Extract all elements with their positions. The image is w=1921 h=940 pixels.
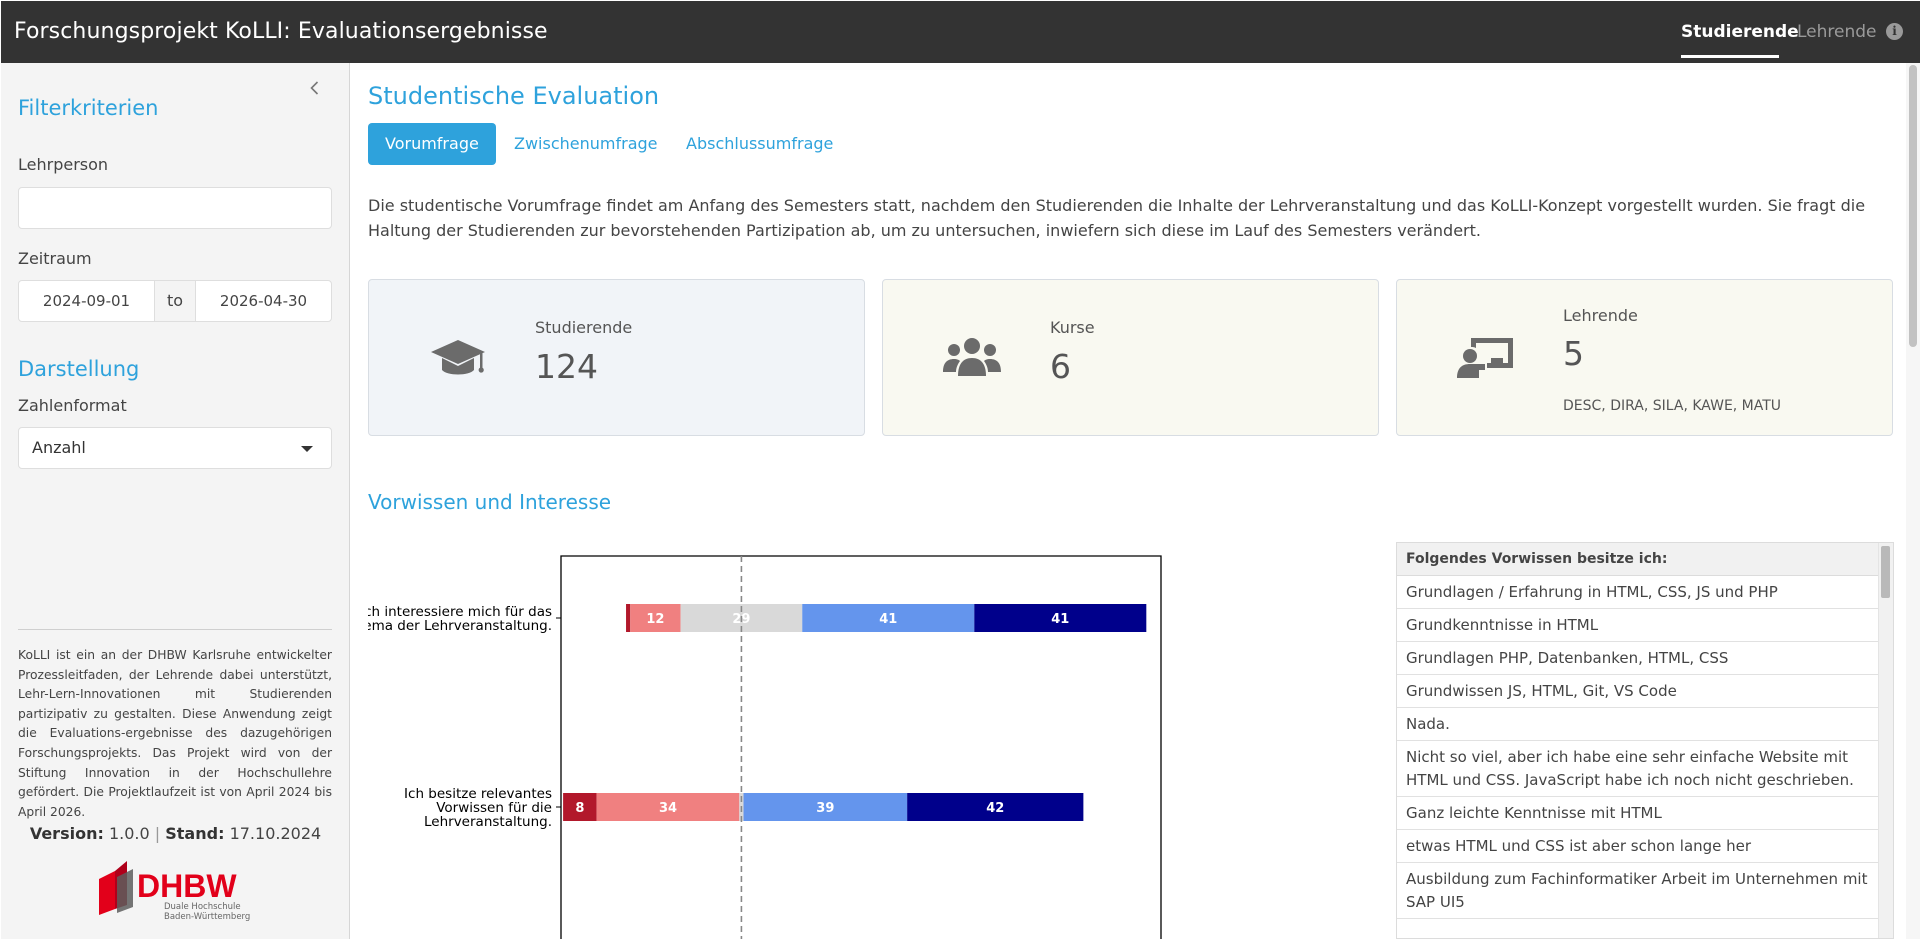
card-subtext: DESC, DIRA, SILA, KAWE, MATU (1563, 398, 1782, 414)
table-row: Grundlagen PHP, Datenbanken, HTML, CSS (1397, 642, 1878, 675)
tab-vorumfrage[interactable]: Vorumfrage (368, 123, 496, 165)
zahlenformat-value: Anzahl (32, 438, 86, 457)
date-to-input[interactable]: 2026-04-30 (195, 280, 332, 322)
dhbw-logo-mark: DHBW Duale Hochschule Baden-Württemberg (99, 861, 250, 922)
table-row: Ganz leichte Kenntnisse mit HTML (1397, 797, 1878, 830)
about-text: KoLLI ist ein an der DHBW Karlsruhe entw… (18, 648, 332, 819)
table-scrollbar-thumb[interactable] (1881, 546, 1890, 598)
chart-data-label: 34 (659, 801, 677, 816)
table-row: Grundlagen / Erfahrung in HTML, CSS, JS … (1397, 576, 1878, 609)
card-label: Studierende (535, 318, 633, 337)
card-value: 6 (1050, 347, 1071, 386)
date-range-separator: to (155, 280, 195, 322)
version-value: 1.0.0 (108, 824, 150, 843)
page-title: Studentische Evaluation (368, 82, 660, 110)
main-content: Studentische Evaluation Vorumfrage Zwisc… (350, 63, 1920, 939)
chevron-left-icon[interactable] (307, 80, 323, 96)
table-row: Nicht so viel, aber ich habe eine sehr e… (1397, 741, 1878, 797)
version-label: Version: (29, 824, 104, 843)
lehrperson-input[interactable] (18, 187, 332, 229)
card-kurse: Kurse 6 (882, 279, 1379, 436)
stand-label: Stand: (165, 824, 225, 843)
sidebar-divider (18, 629, 332, 630)
table-row: Grundwissen JS, HTML, Git, VS Code (1397, 675, 1878, 708)
date-from-input[interactable]: 2024-09-01 (18, 280, 155, 322)
info-circle-icon[interactable]: i (1886, 23, 1903, 40)
likert-chart: 12294141Ich interessiere mich für dasThe… (368, 555, 1162, 939)
tab-abschlussumfrage[interactable]: Abschlussumfrage (669, 123, 850, 165)
lehrperson-label: Lehrperson (18, 155, 109, 174)
sidebar: Filterkriterien Lehrperson Zeitraum 2024… (1, 63, 350, 939)
card-label: Lehrende (1563, 306, 1638, 325)
version-separator: | (154, 824, 161, 843)
page-scrollbar-thumb[interactable] (1909, 65, 1917, 347)
dhbw-logo: DHBW Duale Hochschule Baden-Württemberg (97, 857, 257, 927)
card-studierende: Studierende 124 (368, 279, 865, 436)
logo-line2: Baden-Württemberg (164, 912, 250, 922)
chart-data-label: 12 (646, 612, 664, 627)
filter-heading: Filterkriterien (18, 96, 159, 120)
chart-data-label: 41 (1051, 612, 1069, 627)
chart-data-label: 42 (986, 801, 1004, 816)
nav-studierende[interactable]: Studierende (1681, 22, 1799, 42)
zahlenformat-select[interactable]: Anzahl (18, 427, 332, 469)
zeitraum-label: Zeitraum (18, 249, 92, 268)
card-value: 124 (535, 347, 598, 386)
zahlenformat-label: Zahlenformat (18, 396, 127, 415)
tab-zwischenumfrage[interactable]: Zwischenumfrage (497, 123, 675, 165)
card-value: 5 (1563, 334, 1584, 373)
table-row: Grundkenntnisse in HTML (1397, 609, 1878, 642)
version-info: Version: 1.0.0 | Stand: 17.10.2024 (1, 824, 350, 843)
table-row: Ausbildung zum Fachinformatiker Arbeit i… (1397, 863, 1878, 919)
chart-category-label: Thema der Lehrveranstaltung. (368, 618, 552, 634)
intro-text: Die studentische Vorumfrage findet am An… (368, 196, 1866, 240)
display-heading: Darstellung (18, 357, 140, 381)
stand-value: 17.10.2024 (229, 824, 322, 843)
app-title: Forschungsprojekt KoLLI: Evaluationserge… (14, 19, 548, 44)
logo-wordmark: DHBW (137, 868, 237, 904)
caret-down-icon (301, 446, 313, 452)
table-row: Nada. (1397, 708, 1878, 741)
answers-table[interactable]: Folgendes Vorwissen besitze ich: Grundla… (1396, 542, 1894, 939)
chart-data-label: 41 (879, 612, 897, 627)
nav-active-indicator (1681, 55, 1779, 58)
table-scrollbar[interactable] (1878, 543, 1893, 938)
chalkboard-teacher-icon (1457, 338, 1513, 378)
section-title: Vorwissen und Interesse (368, 490, 612, 514)
chart-data-label: 39 (816, 801, 834, 816)
graduation-cap-icon (431, 340, 485, 375)
logo-line1: Duale Hochschule (164, 902, 241, 912)
card-lehrende: Lehrende 5 DESC, DIRA, SILA, KAWE, MATU (1396, 279, 1893, 436)
table-row: etwas HTML und CSS ist aber schon lange … (1397, 830, 1878, 863)
chart-bar (626, 604, 631, 632)
table-header: Folgendes Vorwissen besitze ich: (1397, 543, 1878, 576)
top-navbar: Forschungsprojekt KoLLI: Evaluationserge… (1, 1, 1920, 63)
users-icon (943, 338, 1001, 376)
card-label: Kurse (1050, 318, 1095, 337)
chart-data-label: 8 (575, 801, 584, 816)
nav-lehrende[interactable]: Lehrende (1797, 22, 1877, 42)
chart-category-label: Lehrveranstaltung. (424, 814, 552, 830)
